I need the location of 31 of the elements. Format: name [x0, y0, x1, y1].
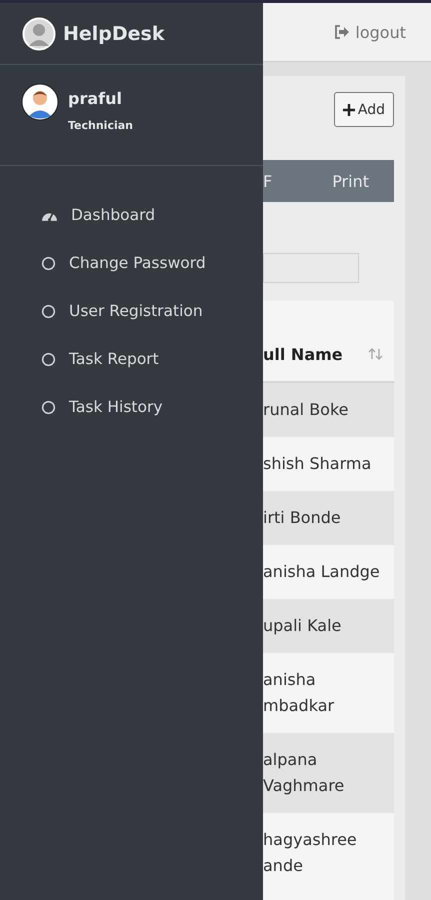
column-title: ull Name	[263, 344, 343, 364]
table-cell-text: anisha mbadkar	[263, 669, 336, 717]
nav-item[interactable]: User Registration	[0, 287, 263, 335]
table-cell-text: hagyashree ande	[263, 829, 358, 877]
export-button[interactable]: Print	[332, 160, 394, 202]
table-cell-text: anisha Landge	[263, 561, 381, 583]
add-button[interactable]: Add	[334, 92, 394, 127]
logout-icon	[334, 25, 350, 39]
table-cell-text: shish Sharma	[263, 453, 372, 475]
logout-link[interactable]: logout	[334, 22, 406, 42]
circle-icon	[41, 400, 56, 414]
plus-icon	[342, 104, 355, 116]
search-field[interactable]	[263, 253, 359, 283]
avatar-icon	[21, 83, 59, 121]
nav-item[interactable]: Dashboard	[0, 191, 263, 239]
nav-item[interactable]: Task Report	[0, 335, 263, 383]
table-cell: upali Kale	[263, 599, 394, 653]
circle-icon	[41, 256, 56, 270]
logo-icon	[22, 16, 56, 50]
table-cell: runal Boke	[263, 383, 394, 437]
user-role: Technician	[68, 119, 134, 132]
export-button[interactable]: F	[263, 160, 272, 202]
nav-item[interactable]: Task History	[0, 383, 263, 431]
circle-icon	[41, 352, 56, 366]
circle-icon	[41, 304, 56, 318]
table-cell: irti Bonde	[263, 491, 394, 545]
nav-item[interactable]: Change Password	[0, 239, 263, 287]
user-name: praful	[68, 89, 123, 108]
table-cell: alpana Vaghmare	[263, 733, 394, 813]
brand-name: HelpDesk	[63, 22, 165, 44]
sort-icon	[368, 348, 384, 360]
